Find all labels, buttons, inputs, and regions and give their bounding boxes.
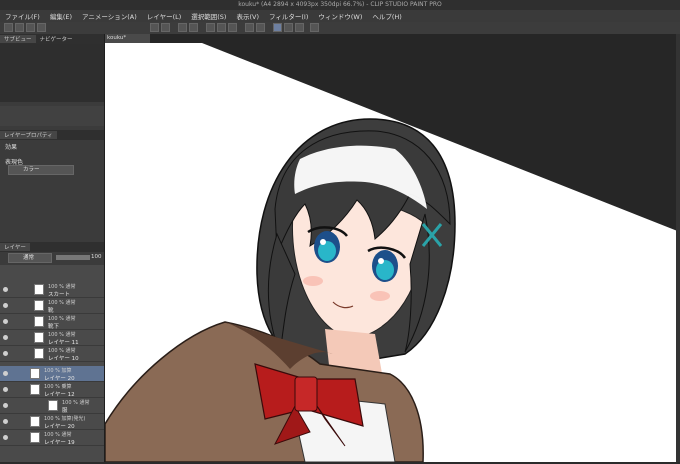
show-selection-icon[interactable]: [256, 23, 265, 32]
document-tab[interactable]: kouku*: [105, 34, 150, 43]
layer-row-socks[interactable]: 100 % 通常 靴下: [0, 314, 104, 330]
visibility-icon[interactable]: [3, 403, 8, 408]
right-scrollbar[interactable]: [676, 34, 680, 462]
layer-row-shoes[interactable]: 100 % 通常靴: [0, 298, 104, 314]
layer-thumbnail: [34, 284, 44, 295]
layer-row-12[interactable]: 100 % 乗算 レイヤー 12: [0, 382, 104, 398]
snap-ruler-icon[interactable]: [273, 23, 282, 32]
visibility-icon[interactable]: [3, 387, 8, 392]
open-file-icon[interactable]: [15, 23, 24, 32]
expression-color-value: カラー: [23, 167, 40, 173]
menu-selection[interactable]: 選択範囲(S): [186, 11, 231, 21]
layer-thumbnail: [48, 400, 58, 411]
visibility-icon[interactable]: [3, 335, 8, 340]
invert-selection-icon[interactable]: [228, 23, 237, 32]
blush-left: [303, 276, 323, 286]
menu-window[interactable]: ウィンドウ(W): [313, 11, 367, 21]
menu-layer[interactable]: レイヤー(L): [142, 11, 187, 21]
crop-icon[interactable]: [217, 23, 226, 32]
tab-layer[interactable]: レイヤー: [0, 243, 30, 251]
canvas-area[interactable]: [104, 34, 680, 463]
layer-thumbnail: [30, 416, 40, 427]
layer-panel-tabs: レイヤー: [0, 242, 104, 252]
layer-thumbnail: [30, 432, 40, 443]
blend-mode-select[interactable]: 通常: [8, 253, 52, 263]
visibility-icon[interactable]: [3, 371, 8, 376]
menu-help[interactable]: ヘルプ(H): [367, 11, 406, 21]
layer-row-10[interactable]: 100 % 通常 レイヤー 10: [0, 346, 104, 362]
redo-icon[interactable]: [161, 23, 170, 32]
subview-tabs: サブビュー ナビゲーター: [0, 34, 104, 44]
export-icon[interactable]: [37, 23, 46, 32]
layer-thumbnail: [34, 332, 44, 343]
clear-icon[interactable]: [178, 23, 187, 32]
layer-thumbnail: [30, 368, 40, 379]
visibility-icon[interactable]: [3, 419, 8, 424]
tab-navigator[interactable]: ナビゲーター: [36, 35, 77, 43]
layer-thumbnail: [34, 348, 44, 359]
menu-filter[interactable]: フィルター(I): [264, 11, 313, 21]
property-tabs: レイヤープロパティ: [0, 130, 104, 140]
transform-icon[interactable]: [189, 23, 198, 32]
menu-edit[interactable]: 編集(E): [45, 11, 77, 21]
menu-view[interactable]: 表示(V): [231, 11, 264, 21]
new-file-icon[interactable]: [4, 23, 13, 32]
layer-row-20-add[interactable]: 100 % 加算 レイヤー 20: [0, 366, 104, 382]
opacity-value: 100: [91, 254, 102, 260]
title-bar: kouku* (A4 2894 x 4093px 350dpi 66.7%) -…: [0, 0, 680, 10]
canvas-artwork[interactable]: [104, 34, 680, 463]
menu-animation[interactable]: アニメーション(A): [77, 11, 142, 21]
layer-row-clothes[interactable]: 100 % 通常服: [0, 398, 104, 414]
visibility-icon[interactable]: [3, 319, 8, 324]
layer-list[interactable]: 100 % 通常 スカート 100 % 通常靴 100 % 通常 靴下 100 % …: [0, 265, 104, 462]
visibility-icon[interactable]: [3, 303, 8, 308]
blend-mode-value: 通常: [23, 255, 35, 261]
subview-area: [0, 44, 104, 102]
settings-icon[interactable]: [310, 23, 319, 32]
menu-bar: ファイル(F) 編集(E) アニメーション(A) レイヤー(L) 選択範囲(S)…: [0, 10, 680, 22]
save-icon[interactable]: [26, 23, 35, 32]
fill-icon[interactable]: [245, 23, 254, 32]
effect-label: 効果: [5, 144, 18, 151]
brush-preview-area: [0, 106, 104, 126]
expression-color-select[interactable]: カラー: [8, 165, 74, 175]
layer-row-19[interactable]: 100 % 通常 レイヤー 19: [0, 430, 104, 446]
blush-right: [370, 291, 390, 301]
menu-file[interactable]: ファイル(F): [0, 11, 45, 21]
opacity-slider[interactable]: [56, 255, 90, 260]
undo-icon[interactable]: [150, 23, 159, 32]
window-title: kouku* (A4 2894 x 4093px 350dpi 66.7%) -…: [238, 1, 442, 8]
layer-row-20-glow[interactable]: 100 % 加算(発光) レイヤー 20: [0, 414, 104, 430]
layer-row-skirt[interactable]: 100 % 通常 スカート: [0, 282, 104, 298]
layer-row-11[interactable]: 100 % 通常 レイヤー 11: [0, 330, 104, 346]
folder-icon: [34, 300, 44, 311]
tab-layer-property[interactable]: レイヤープロパティ: [0, 131, 57, 139]
layer-thumbnail: [34, 316, 44, 327]
tab-subview[interactable]: サブビュー: [0, 35, 36, 43]
visibility-icon[interactable]: [3, 287, 8, 292]
snap-special-ruler-icon[interactable]: [284, 23, 293, 32]
visibility-icon[interactable]: [3, 351, 8, 356]
visibility-icon[interactable]: [3, 435, 8, 440]
layer-thumbnail: [30, 384, 40, 395]
deselect-icon[interactable]: [206, 23, 215, 32]
snap-grid-icon[interactable]: [295, 23, 304, 32]
